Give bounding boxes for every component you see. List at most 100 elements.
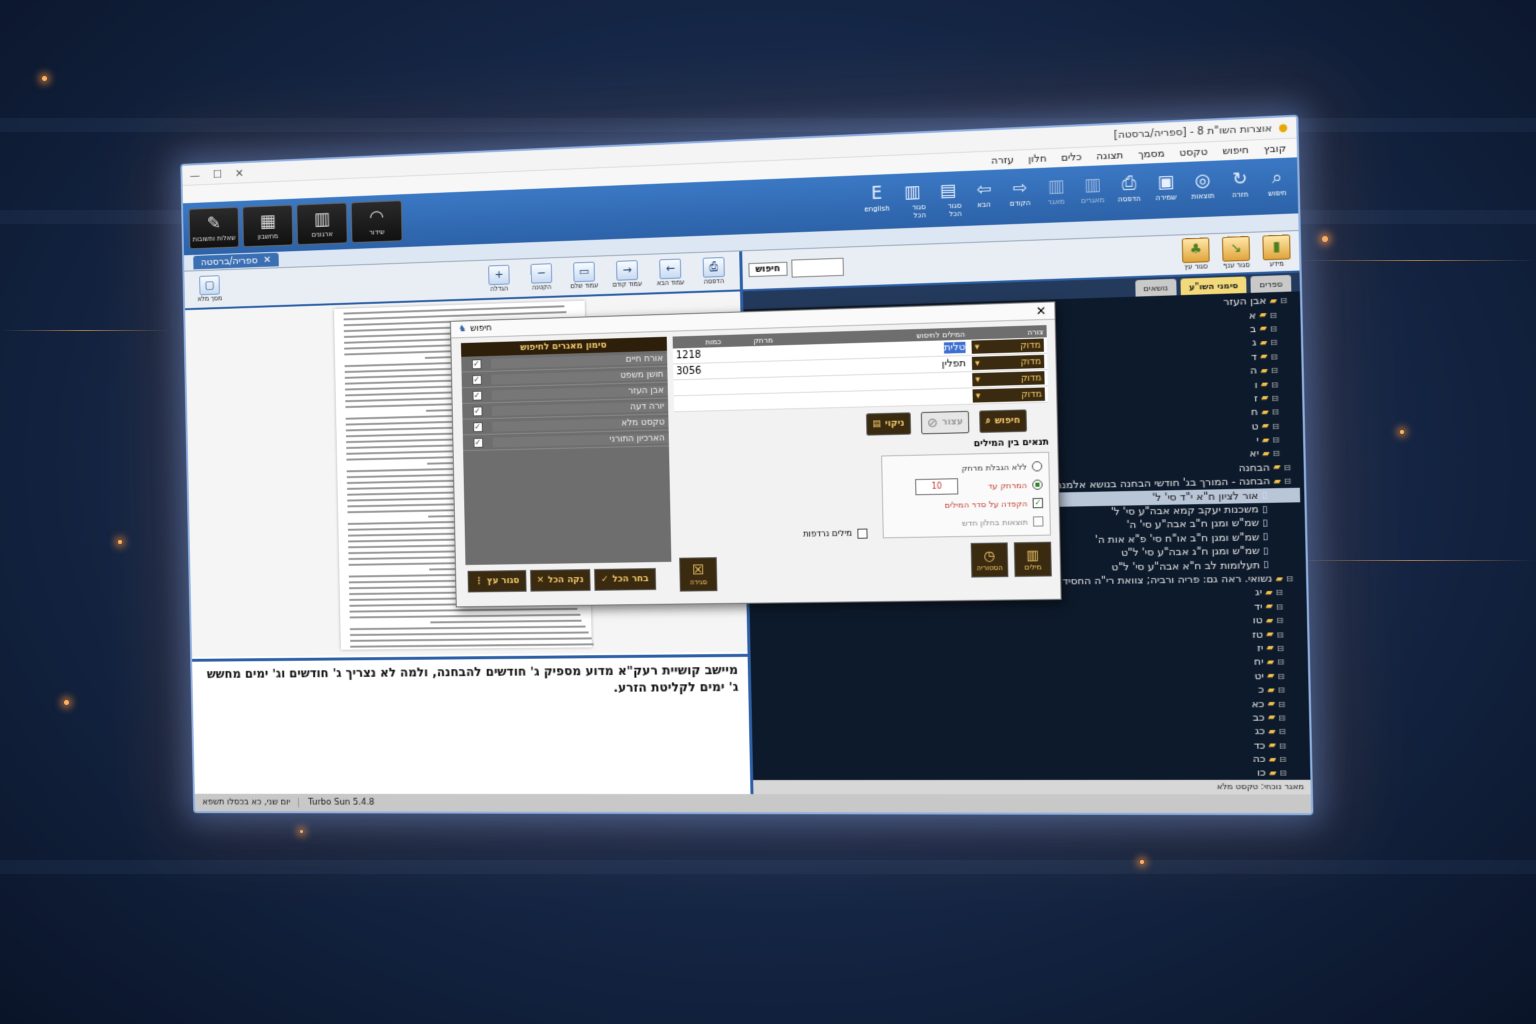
checkbox-new-window[interactable] bbox=[1033, 516, 1044, 526]
quick-search-input[interactable] bbox=[791, 258, 844, 278]
form-cell[interactable]: מדוק ▾ bbox=[969, 354, 1048, 372]
menu-item[interactable]: עזרה bbox=[991, 154, 1014, 166]
form-cell[interactable]: מדוק ▾ bbox=[968, 337, 1047, 355]
tree-tab[interactable]: ספרים bbox=[1251, 275, 1292, 293]
expand-icon[interactable]: ⊟ bbox=[1284, 463, 1291, 472]
quick-search-button[interactable]: חיפוש bbox=[748, 262, 787, 277]
expand-icon[interactable]: ⊟ bbox=[1280, 296, 1287, 306]
tree-node[interactable]: ⊟ ▰ כו bbox=[757, 767, 1306, 780]
ribbon-button[interactable]: ⇨ הקודם bbox=[1006, 176, 1034, 216]
distance-cell[interactable] bbox=[725, 361, 777, 377]
doc-toolbar-button[interactable]: ← עמוד הבא bbox=[651, 258, 689, 287]
source-check-cell[interactable]: ✓ bbox=[461, 358, 491, 369]
dialog-close-icon[interactable]: ✕ bbox=[1036, 304, 1047, 319]
module-tab[interactable]: ▦ מחשבון bbox=[242, 205, 293, 248]
ribbon-button[interactable]: ⇦ הבא bbox=[970, 178, 998, 218]
form-dropdown[interactable]: מדוק ▾ bbox=[971, 338, 1043, 353]
menu-item[interactable]: תצוגה bbox=[1096, 150, 1123, 162]
word-value[interactable]: תפלין bbox=[942, 358, 966, 370]
option-new-window[interactable]: תוצאות בחלון חדש bbox=[889, 512, 1043, 533]
menu-item[interactable]: כלים bbox=[1061, 151, 1082, 163]
tree-node[interactable]: ⊟ ▰ כה bbox=[757, 753, 1306, 768]
form-cell[interactable]: מדוק ▾ bbox=[969, 386, 1048, 403]
expand-icon[interactable]: ⊟ bbox=[1278, 685, 1285, 694]
ribbon-button[interactable]: Eenglish bbox=[863, 182, 890, 221]
expand-icon[interactable]: ⊟ bbox=[1277, 630, 1284, 639]
expand-icon[interactable]: ⊟ bbox=[1280, 769, 1287, 778]
stop-button[interactable]: עצור ⊘ bbox=[920, 411, 969, 435]
expand-icon[interactable]: ⊟ bbox=[1271, 352, 1278, 362]
ribbon-button[interactable]: ▥ סגור הכל bbox=[899, 181, 926, 221]
search-button[interactable]: חיפוש ⌕ bbox=[979, 409, 1027, 433]
radio-distance[interactable] bbox=[1032, 479, 1043, 489]
menu-item[interactable]: טקסט bbox=[1179, 146, 1207, 159]
fullscreen-button[interactable]: ▢ מסך מלא bbox=[191, 275, 228, 303]
source-checkbox[interactable]: ✓ bbox=[472, 374, 482, 384]
expand-icon[interactable]: ⊟ bbox=[1284, 477, 1291, 486]
expand-icon[interactable]: ⊟ bbox=[1271, 380, 1278, 390]
ribbon-button[interactable]: ▣ שמירה bbox=[1152, 170, 1180, 210]
expand-icon[interactable]: ⊟ bbox=[1273, 449, 1280, 458]
form-cell[interactable]: מדוק ▾ bbox=[969, 370, 1048, 387]
checkbox-synonyms[interactable] bbox=[857, 529, 867, 539]
source-checkbox[interactable]: ✓ bbox=[473, 422, 483, 432]
radio-no-limit[interactable] bbox=[1032, 461, 1043, 471]
ribbon-button[interactable]: ▤ סגור הכל bbox=[934, 179, 961, 219]
clear-all-button[interactable]: ✕ נקה הכל bbox=[530, 569, 591, 592]
source-check-cell[interactable]: ✓ bbox=[462, 390, 492, 401]
expand-icon[interactable]: ⊟ bbox=[1286, 574, 1293, 583]
document-tab[interactable]: ✕ ספריה/ברסטה bbox=[193, 253, 278, 270]
distance-cell[interactable] bbox=[725, 394, 777, 410]
close-tree-button[interactable]: ⋮ סגור עץ bbox=[468, 570, 527, 592]
minimize-icon[interactable]: — bbox=[190, 168, 200, 181]
doc-toolbar-button[interactable]: ⎙ הדפסה bbox=[695, 257, 733, 286]
expand-icon[interactable]: ⊟ bbox=[1279, 741, 1286, 750]
source-check-cell[interactable]: ✓ bbox=[463, 421, 493, 432]
expand-icon[interactable]: ⊟ bbox=[1276, 616, 1283, 625]
expand-icon[interactable]: ⊟ bbox=[1279, 727, 1286, 736]
select-all-button[interactable]: ✓ בחר הכל bbox=[594, 568, 656, 591]
source-check-cell[interactable]: ✓ bbox=[462, 374, 492, 385]
source-check-cell[interactable]: ✓ bbox=[462, 406, 492, 417]
source-checkbox[interactable]: ✓ bbox=[473, 437, 483, 447]
expand-icon[interactable]: ⊟ bbox=[1272, 408, 1279, 418]
form-dropdown[interactable]: מדוק ▾ bbox=[973, 387, 1045, 402]
source-checkbox[interactable]: ✓ bbox=[472, 390, 482, 400]
dialog-close-button[interactable]: ☒ סגירה bbox=[679, 557, 717, 591]
maximize-icon[interactable]: ☐ bbox=[213, 167, 222, 180]
menu-item[interactable]: מסמך bbox=[1138, 148, 1165, 160]
close-icon[interactable]: ✕ bbox=[235, 166, 244, 179]
distance-cell[interactable] bbox=[725, 378, 777, 394]
module-tab[interactable]: ▥ ארגונים bbox=[296, 202, 348, 245]
ribbon-button[interactable]: ⌕ חיפוש bbox=[1263, 166, 1292, 207]
expand-icon[interactable]: ⊟ bbox=[1277, 644, 1284, 653]
words-button[interactable]: ▥ מילים bbox=[1014, 542, 1052, 577]
expand-icon[interactable]: ⊟ bbox=[1278, 699, 1285, 708]
expand-icon[interactable]: ⊟ bbox=[1271, 366, 1278, 376]
doc-toolbar-button[interactable]: + הגדלה bbox=[480, 264, 517, 293]
expand-icon[interactable]: ⊟ bbox=[1277, 658, 1284, 667]
tree-toolbar-button[interactable]: ♣ סגור עץ bbox=[1180, 237, 1212, 271]
expand-icon[interactable]: ⊟ bbox=[1270, 338, 1277, 348]
tree-tab[interactable]: נושאים bbox=[1135, 279, 1177, 297]
expand-icon[interactable]: ⊟ bbox=[1272, 435, 1279, 444]
synonyms-option[interactable]: מילים נרדפות bbox=[803, 529, 867, 540]
expand-icon[interactable]: ⊟ bbox=[1276, 602, 1283, 611]
module-tab[interactable]: ✎ שאלות ותשובות bbox=[189, 207, 240, 249]
ribbon-button[interactable]: ▥ מאגרים bbox=[1079, 173, 1107, 213]
expand-icon[interactable]: ⊟ bbox=[1270, 324, 1277, 334]
expand-icon[interactable]: ⊟ bbox=[1272, 421, 1279, 431]
distance-input[interactable]: 10 bbox=[915, 478, 958, 495]
tree-toolbar-button[interactable]: ▮ מידע bbox=[1260, 234, 1293, 268]
doc-toolbar-button[interactable]: − הקטנה bbox=[523, 263, 560, 292]
clear-button[interactable]: ניקוי ▤ bbox=[866, 412, 911, 435]
tree-toolbar-button[interactable]: ↘ סגור ענף bbox=[1220, 236, 1253, 270]
expand-icon[interactable]: ⊟ bbox=[1276, 588, 1283, 597]
form-dropdown[interactable]: מדוק ▾ bbox=[972, 355, 1044, 370]
form-dropdown[interactable]: מדוק ▾ bbox=[972, 371, 1044, 386]
word-value[interactable]: טלית bbox=[944, 342, 966, 354]
distance-cell[interactable] bbox=[724, 345, 776, 362]
expand-icon[interactable]: ⊟ bbox=[1277, 672, 1284, 681]
source-check-cell[interactable]: ✓ bbox=[463, 437, 493, 448]
doc-toolbar-button[interactable]: → עמוד קודם bbox=[608, 260, 646, 289]
